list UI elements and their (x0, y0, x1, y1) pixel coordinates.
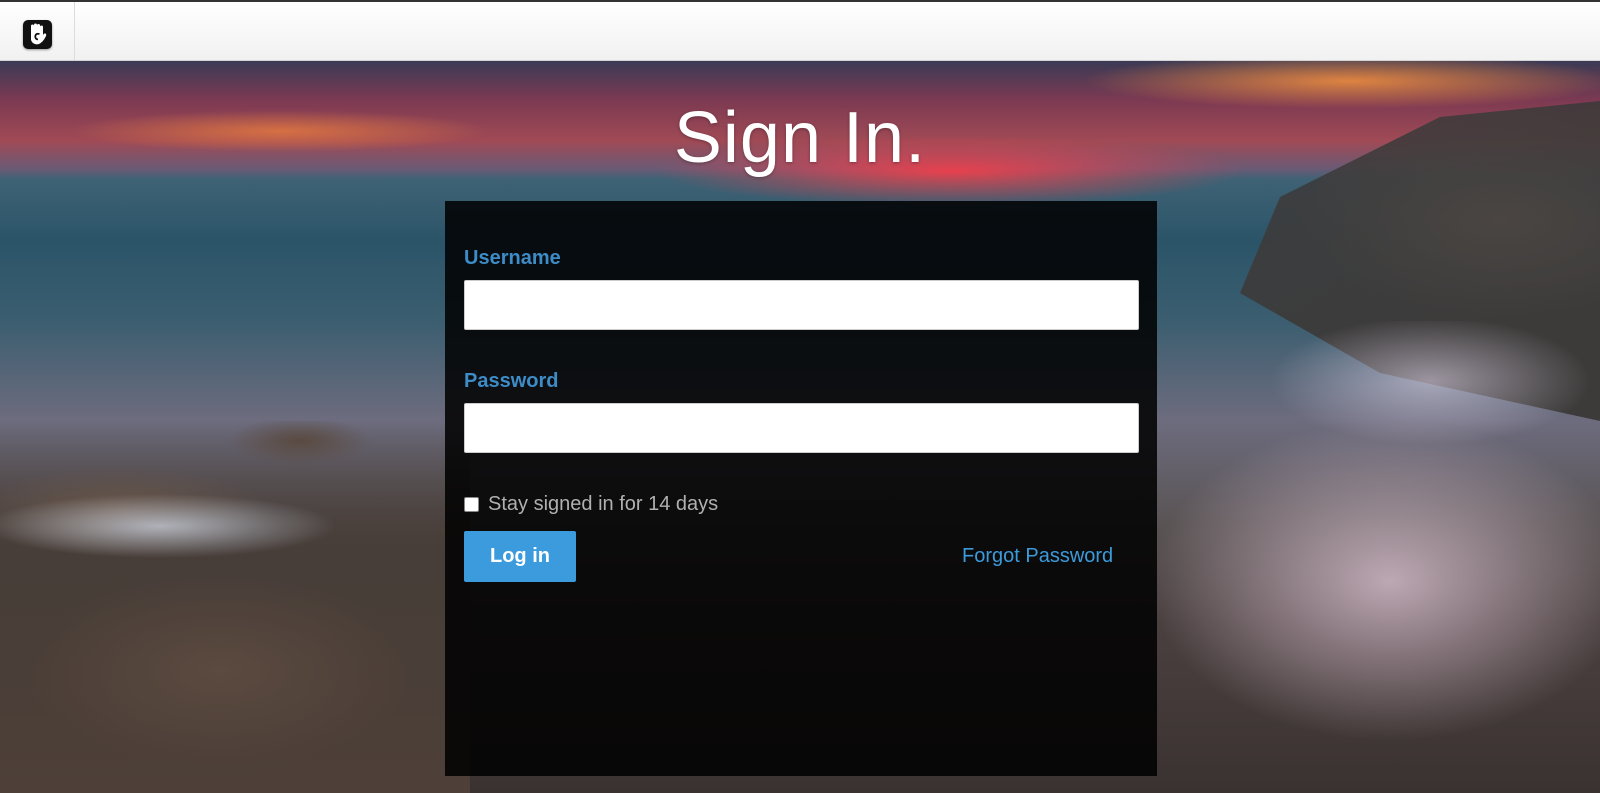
password-label: Password (464, 370, 559, 392)
background-rocks-left (0, 421, 470, 793)
background-surf-right (1130, 321, 1600, 793)
username-label: Username (464, 247, 561, 269)
forgot-password-link[interactable]: Forgot Password (962, 545, 1113, 568)
logo-cell[interactable] (0, 2, 75, 60)
background-surf-left (0, 481, 420, 571)
password-field[interactable] (464, 403, 1139, 453)
login-button[interactable]: Log in (464, 531, 576, 582)
concrete5-logo-icon[interactable] (23, 20, 52, 49)
page-title: Sign In. (673, 98, 927, 178)
top-toolbar (0, 0, 1600, 61)
username-field[interactable] (464, 280, 1139, 330)
remember-me-label[interactable]: Stay signed in for 14 days (488, 493, 718, 516)
login-panel: Username Password Stay signed in for 14 … (445, 201, 1157, 776)
remember-me-checkbox[interactable] (464, 496, 479, 512)
remember-me-row: Stay signed in for 14 days (464, 492, 718, 516)
